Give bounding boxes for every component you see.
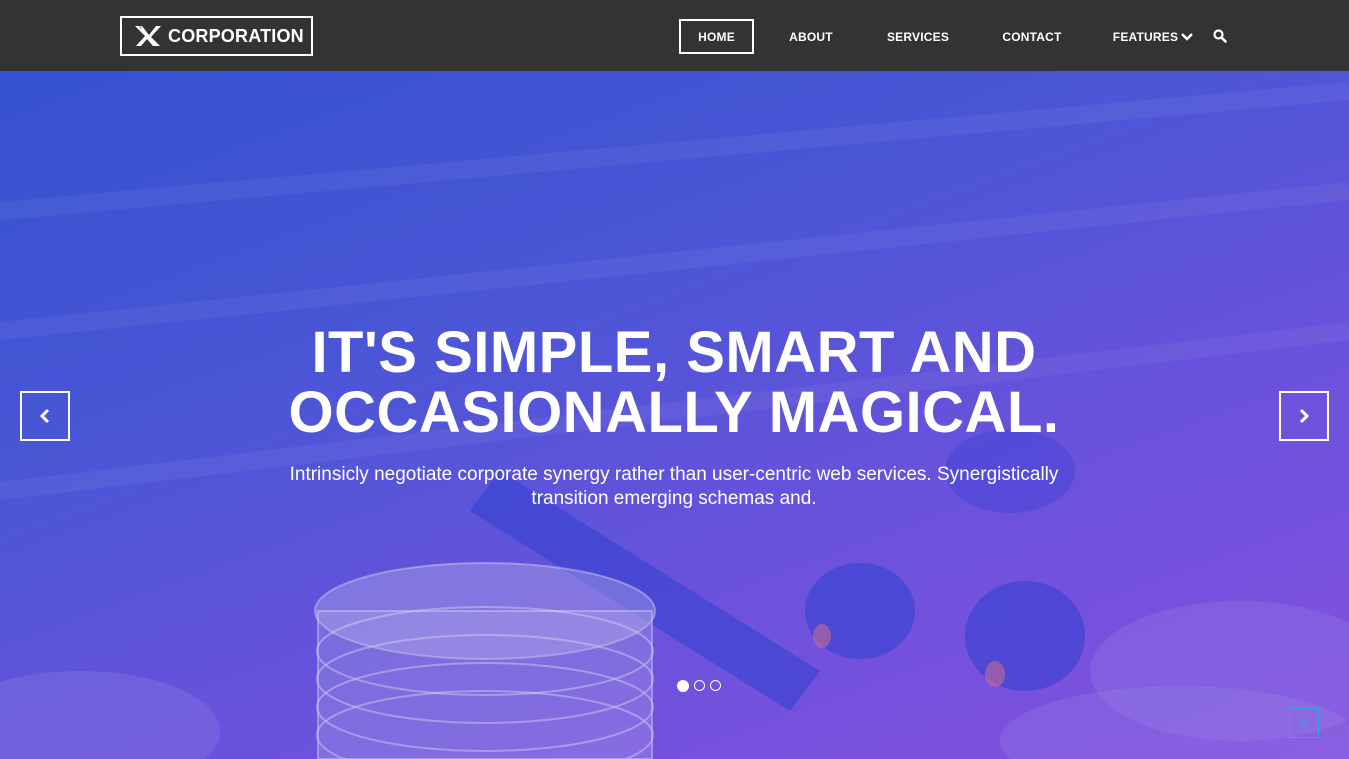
slider-pagination — [677, 679, 726, 692]
slider-dot-2[interactable] — [694, 680, 705, 691]
chevron-up-icon — [1299, 720, 1309, 726]
brand-name: CORPORATION — [168, 25, 304, 46]
search-button[interactable] — [1210, 26, 1230, 46]
brand-logo[interactable]: CORPORATION — [120, 16, 313, 56]
nav-about-link[interactable]: ABOUT — [775, 19, 847, 54]
scroll-to-top-button[interactable] — [1289, 708, 1319, 738]
nav-features-dropdown[interactable]: FEATURES — [1107, 19, 1199, 54]
hero-title-line-1: IT'S SIMPLE, SMART AND — [311, 320, 1037, 385]
top-navbar: CORPORATION HOME ABOUT SERVICES CONTACT … — [0, 0, 1349, 71]
nav-contact-link[interactable]: CONTACT — [992, 19, 1072, 54]
hero-title-line-2: OCCASIONALLY MAGICAL. — [288, 380, 1060, 445]
hero-subtitle-line-1: Intrinsicly negotiate corporate synergy … — [289, 464, 1059, 485]
nav-features-label: FEATURES — [1112, 29, 1179, 44]
chevron-down-icon — [1181, 32, 1194, 41]
slider-next-button[interactable] — [1279, 391, 1329, 441]
hero-subtitle: Intrinsicly negotiate corporate synergy … — [249, 463, 1099, 511]
search-icon — [1213, 29, 1227, 43]
nav-home-link[interactable]: HOME — [679, 19, 754, 54]
x-logo-icon — [135, 26, 161, 46]
slider-prev-button[interactable] — [20, 391, 70, 441]
hero-subtitle-line-2: transition emerging schemas and. — [531, 488, 817, 509]
hero-slider: IT'S SIMPLE, SMART AND OCCASIONALLY MAGI… — [0, 71, 1349, 759]
hero-title: IT'S SIMPLE, SMART AND OCCASIONALLY MAGI… — [174, 323, 1174, 443]
chevron-left-icon — [39, 408, 50, 424]
slider-dot-1[interactable] — [677, 679, 689, 692]
nav-services-link[interactable]: SERVICES — [876, 19, 960, 54]
chevron-right-icon — [1299, 408, 1310, 424]
slider-dot-3[interactable] — [710, 680, 721, 691]
